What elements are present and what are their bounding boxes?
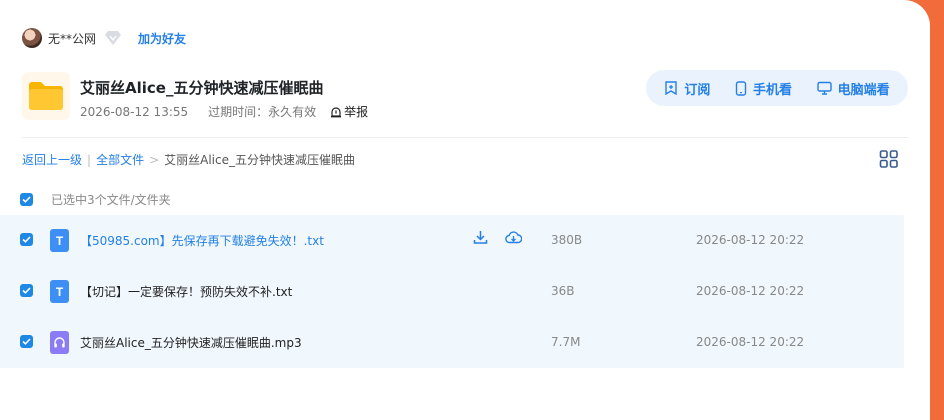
- breadcrumb-separator: |: [87, 152, 92, 167]
- audio-file-icon: [50, 331, 69, 354]
- file-date: 2026-08-12 20:22: [696, 233, 805, 247]
- subscribe-button[interactable]: 订阅: [664, 79, 710, 98]
- expire-value: 永久有效: [268, 105, 317, 119]
- breadcrumb: 返回上一级 | 全部文件 > 艾丽丝Alice_五分钟快速减压催眠曲: [22, 151, 355, 168]
- user-row: 无**公网 加为好友: [22, 28, 186, 48]
- share-meta: 2026-08-12 13:55 过期时间： 永久有效 举报: [80, 103, 368, 120]
- file-size: 7.7M: [551, 335, 581, 349]
- breadcrumb-current: 艾丽丝Alice_五分钟快速减压催眠曲: [164, 153, 355, 167]
- select-all-checkbox[interactable]: [20, 193, 33, 206]
- file-name[interactable]: 【切记】一定要保存！预防失效不补.txt: [80, 283, 292, 300]
- desktop-view-label: 电脑端看: [837, 82, 890, 98]
- file-row[interactable]: 艾丽丝Alice_五分钟快速减压催眠曲.mp3 7.7M 2026-08-12 …: [0, 317, 904, 368]
- file-list: T 【50985.com】先保存再下载避免失效！.txt 380B 2026-0…: [0, 215, 904, 368]
- select-all-row: 已选中3个文件/文件夹: [20, 191, 171, 208]
- text-file-icon: T: [50, 229, 69, 252]
- file-date: 2026-08-12 20:22: [696, 284, 805, 298]
- expire-label: 过期时间：: [208, 105, 269, 119]
- cloud-save-icon[interactable]: [505, 230, 522, 245]
- file-name[interactable]: 【50985.com】先保存再下载避免失效！.txt: [80, 232, 324, 249]
- subscribe-label: 订阅: [684, 82, 711, 98]
- breadcrumb-back[interactable]: 返回上一级: [22, 151, 82, 168]
- report-link[interactable]: 举报: [330, 103, 368, 120]
- action-bar: 订阅 手机看 电脑端看: [646, 70, 908, 106]
- share-title: 艾丽丝Alice_五分钟快速减压催眠曲: [80, 79, 324, 97]
- vip-diamond-icon: [105, 31, 122, 45]
- file-checkbox[interactable]: [20, 284, 33, 297]
- file-name[interactable]: 艾丽丝Alice_五分钟快速减压催眠曲.mp3: [80, 334, 302, 351]
- report-label: 举报: [344, 105, 369, 119]
- file-row[interactable]: T 【50985.com】先保存再下载避免失效！.txt 380B 2026-0…: [0, 215, 904, 266]
- phone-icon: [735, 80, 747, 96]
- text-file-icon: T: [50, 280, 69, 303]
- header-divider: [22, 137, 908, 138]
- download-icon[interactable]: [473, 230, 488, 245]
- breadcrumb-all-files[interactable]: 全部文件: [96, 151, 144, 168]
- file-date: 2026-08-12 20:22: [696, 335, 805, 349]
- monitor-icon: [816, 81, 832, 95]
- file-size: 380B: [551, 233, 583, 247]
- grid-view-icon[interactable]: [879, 150, 899, 168]
- report-icon: [331, 106, 342, 117]
- avatar[interactable]: [22, 28, 42, 48]
- breadcrumb-chevron: >: [149, 152, 160, 167]
- file-checkbox[interactable]: [20, 233, 33, 246]
- selection-count: 已选中3个文件/文件夹: [51, 193, 171, 207]
- add-friend-link[interactable]: 加为好友: [138, 30, 186, 47]
- subscribe-icon: [665, 81, 678, 95]
- user-name[interactable]: 无**公网: [48, 30, 96, 47]
- mobile-view-label: 手机看: [752, 82, 792, 98]
- share-card: 无**公网 加为好友 艾丽丝Alice_五分钟快速减压催眠曲 2026-08-1…: [0, 0, 930, 420]
- desktop-view-button[interactable]: 电脑端看: [816, 79, 890, 98]
- folder-icon: [22, 72, 70, 120]
- file-size: 36B: [551, 284, 575, 298]
- share-date: 2026-08-12 13:55: [80, 104, 189, 119]
- mobile-view-button[interactable]: 手机看: [735, 79, 792, 98]
- file-row[interactable]: T 【切记】一定要保存！预防失效不补.txt 36B 2026-08-12 20…: [0, 266, 904, 317]
- file-checkbox[interactable]: [20, 335, 33, 348]
